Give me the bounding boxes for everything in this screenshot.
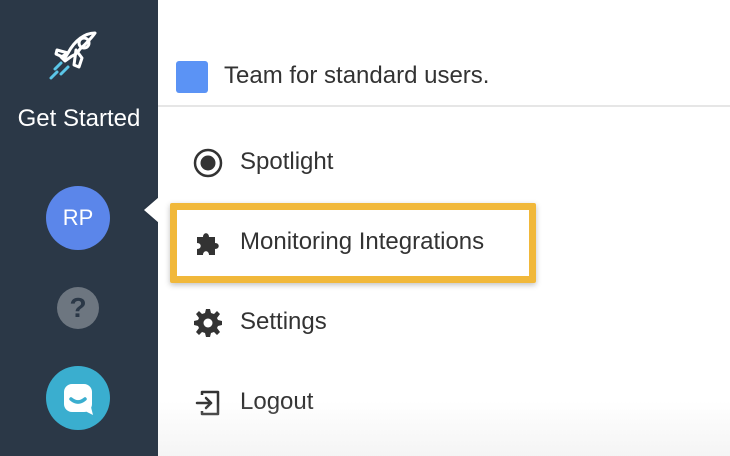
team-selector[interactable]: Team for standard users. <box>176 52 730 102</box>
menu-item-settings[interactable]: Settings <box>176 292 696 352</box>
get-started-label[interactable]: Get Started <box>0 103 158 135</box>
menu-pointer <box>144 197 159 223</box>
logout-icon <box>195 390 220 416</box>
puzzle-piece-icon <box>197 233 219 255</box>
menu-item-logout[interactable]: Logout <box>176 372 696 432</box>
rocket-icon[interactable] <box>47 25 109 83</box>
account-menu: Team for standard users. Spotlight Monit… <box>158 0 730 456</box>
menu-item-label: Monitoring Integrations <box>240 228 485 255</box>
chat-icon <box>64 384 93 415</box>
avatar[interactable]: RP <box>46 186 110 250</box>
menu-item-spotlight[interactable]: Spotlight <box>176 132 696 192</box>
gear-icon <box>194 309 222 337</box>
menu-item-label: Settings <box>240 308 327 335</box>
menu-item-monitoring-integrations[interactable]: Monitoring Integrations <box>176 212 696 272</box>
menu-divider <box>158 105 730 107</box>
team-color-swatch <box>176 61 208 93</box>
team-name: Team for standard users. <box>224 62 490 89</box>
menu-item-label: Spotlight <box>240 148 334 175</box>
help-icon[interactable]: ? <box>56 286 100 330</box>
app-screen: Get Started RP ? Team for standard users… <box>0 0 730 456</box>
svg-text:?: ? <box>69 292 86 323</box>
radio-target-icon <box>193 148 223 178</box>
chat-button[interactable] <box>46 366 110 430</box>
menu-item-label: Logout <box>240 388 314 415</box>
sidebar-nav: Get Started RP ? <box>0 0 158 456</box>
